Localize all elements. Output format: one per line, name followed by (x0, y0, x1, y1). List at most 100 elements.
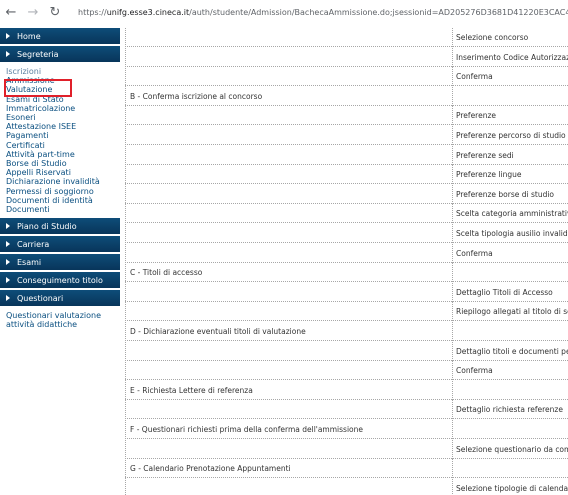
caret-right-icon (6, 51, 10, 57)
reload-icon[interactable]: ↻ (44, 1, 66, 23)
browser-toolbar: ← → ↻ https://unifg.esse3.cineca.it/auth… (0, 0, 568, 24)
table-row: Preferenze (125, 106, 568, 126)
menu-section-segreteria[interactable]: Segreteria (0, 46, 120, 62)
menu-section-label: Segreteria (17, 49, 59, 59)
table-row: G - Calendario Prenotazione Appuntamenti (125, 459, 568, 479)
step-cell: Selezione tipologie di calendario (452, 478, 568, 495)
caret-right-icon (6, 295, 10, 302)
table-row: Selezione concorso (125, 28, 568, 47)
table-row: F - Questionari richiesti prima della co… (125, 420, 568, 439)
step-cell: Dettaglio titoli e documenti per (452, 341, 568, 361)
caret-right-icon (6, 33, 10, 39)
caret-right-icon (6, 259, 10, 266)
section-heading: C - Titoli di accesso (130, 268, 203, 278)
table-row: Preferenze percorso di studio (125, 126, 568, 145)
table-row: Preferenze sedi (125, 145, 568, 165)
highlight-box (4, 79, 72, 97)
sidebar-link[interactable]: Attestazione ISEE (0, 122, 120, 131)
step-cell: Scelta categoria amministrativa (452, 204, 568, 224)
table-row: B - Conferma iscrizione al concorso (125, 86, 568, 106)
sidebar-link[interactable]: Certificati (0, 141, 120, 150)
sidebar-link[interactable]: Iscrizioni (0, 67, 120, 76)
back-arrow-icon[interactable]: ← (0, 1, 22, 23)
menu-section-conseguimento-titolo[interactable]: Conseguimento titolo (0, 272, 120, 289)
url-scheme: https:// (78, 7, 107, 17)
admission-steps-table: Selezione concorso Inserimento Codice Aut… (125, 28, 568, 495)
menu-section-label: Home (17, 31, 41, 41)
sidebar-link[interactable]: Esoneri (0, 113, 120, 122)
sidebar-link[interactable]: Permessi di soggiorno (0, 187, 120, 196)
table-row: Selezione questionario da compi (125, 439, 568, 459)
table-row: Conferma (125, 361, 568, 381)
step-cell: Conferma (452, 243, 568, 263)
menu-section-carriera[interactable]: Carriera (0, 236, 120, 253)
menu-section-label: Piano di Studio (17, 221, 77, 231)
step-cell: Preferenze sedi (452, 145, 568, 165)
table-row: Scelta categoria amministrativa (125, 204, 568, 224)
menu-section-label: Conseguimento titolo (17, 275, 103, 285)
step-cell (452, 263, 568, 283)
menu-section-home[interactable]: Home (0, 28, 120, 44)
step-cell: Scelta tipologia ausilio invalidità (452, 224, 568, 243)
step-cell: Riepilogo allegati al titolo di scu (452, 302, 568, 322)
menu-section-esami[interactable]: Esami (0, 254, 120, 271)
sidebar-menu: Home Segreteria Iscrizioni Ammissione Valuta… (0, 28, 120, 495)
step-cell: Selezione questionario da compi (452, 439, 568, 459)
table-row: Riepilogo allegati al titolo di scu (125, 302, 568, 322)
table-row: Conferma (125, 67, 568, 87)
step-cell: Inserimento Codice Autorizzazio (452, 47, 568, 67)
step-cell (452, 86, 568, 106)
step-cell: Preferenze (452, 106, 568, 126)
sidebar-link[interactable]: Borse di Studio (0, 159, 120, 168)
url-path: /auth/studente/Admission/BachecaAmmissio… (189, 7, 568, 17)
table-row: Preferenze lingue (125, 165, 568, 185)
menu-section-label: Questionari (17, 293, 64, 303)
step-cell (452, 380, 568, 400)
menu-section-questionari[interactable]: Questionari (0, 290, 120, 307)
url-host: unifg.esse3.cineca.it (106, 7, 190, 17)
sidebar-link[interactable]: Documenti di identità (0, 196, 120, 205)
step-cell: Conferma (452, 67, 568, 87)
step-cell: Selezione concorso (452, 28, 568, 47)
caret-right-icon (6, 223, 10, 230)
sidebar-link[interactable]: Questionari valutazione attività didatti… (0, 311, 114, 329)
menu-section-piano-di-studio[interactable]: Piano di Studio (0, 218, 120, 235)
table-row: E - Richiesta Lettere di referenza (125, 380, 568, 400)
caret-right-icon (6, 241, 10, 248)
address-bar[interactable]: https://unifg.esse3.cineca.it/auth/stude… (74, 8, 568, 17)
step-cell: Preferenze borse di studio (452, 184, 568, 204)
menu-section-label: Esami (17, 257, 42, 267)
table-row: C - Titoli di accesso (125, 263, 568, 283)
step-cell (452, 322, 568, 341)
sidebar-link[interactable]: Attività part-time (0, 150, 120, 159)
table-row: Conferma (125, 243, 568, 263)
step-cell (452, 459, 568, 479)
step-cell: Dettaglio Titoli di Accesso (452, 282, 568, 302)
sidebar-link[interactable]: Immatricolazione (0, 104, 120, 113)
table-row: Dettaglio titoli e documenti per (125, 341, 568, 361)
step-cell: Preferenze percorso di studio (452, 126, 568, 145)
caret-right-icon (6, 277, 10, 284)
table-row: Inserimento Codice Autorizzazio (125, 47, 568, 67)
table-row: Selezione tipologie di calendario (125, 478, 568, 495)
table-row: Preferenze borse di studio (125, 184, 568, 204)
submenu: Questionari valutazione attività didatti… (0, 308, 120, 333)
section-heading: B - Conferma iscrizione al concorso (130, 91, 263, 101)
sidebar-link[interactable]: Dichiarazione invalidità (0, 177, 120, 186)
table-row: Dettaglio richiesta referenze (125, 400, 568, 420)
forward-arrow-icon[interactable]: → (22, 1, 44, 23)
step-cell: Dettaglio richiesta referenze (452, 400, 568, 420)
menu-section-label: Carriera (17, 239, 50, 249)
table-row: D - Dichiarazione eventuali titoli di va… (125, 322, 568, 341)
step-cell: Conferma (452, 361, 568, 381)
step-cell: Preferenze lingue (452, 165, 568, 185)
sidebar-link[interactable]: Pagamenti (0, 131, 120, 140)
sidebar-link[interactable]: Appelli Riservati (0, 168, 120, 177)
table-row: Scelta tipologia ausilio invalidità (125, 224, 568, 243)
table-row: Dettaglio Titoli di Accesso (125, 282, 568, 302)
section-heading: G - Calendario Prenotazione Appuntamenti (130, 464, 291, 474)
sidebar-link[interactable]: Documenti (0, 205, 120, 214)
step-cell (452, 420, 568, 439)
section-heading: F - Questionari richiesti prima della co… (130, 425, 363, 434)
section-heading: D - Dichiarazione eventuali titoli di va… (130, 327, 306, 336)
